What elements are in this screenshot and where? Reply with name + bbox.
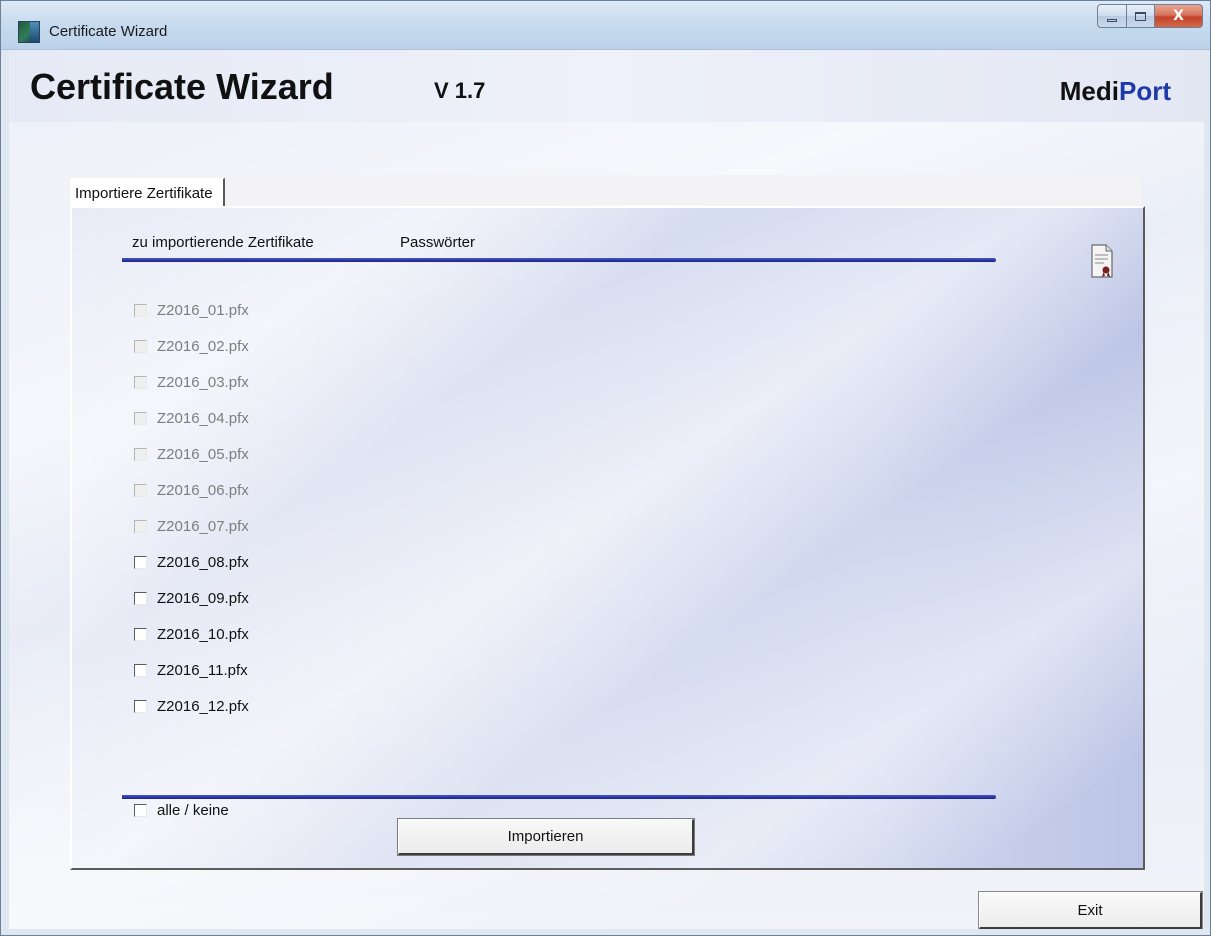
certificate-list: Z2016_01.pfx Z2016_02.pfx Z2016_03.pfx Z…: [134, 292, 249, 724]
maximize-icon: [1135, 11, 1146, 21]
checkbox[interactable]: [134, 303, 147, 317]
import-button[interactable]: Importieren: [397, 818, 695, 856]
brand-logo: MediPort: [1060, 76, 1171, 107]
checkbox[interactable]: [134, 591, 147, 605]
checkbox[interactable]: [134, 375, 147, 389]
tab-import-certificates[interactable]: Importiere Zertifikate: [70, 178, 225, 207]
select-all-label: alle / keine: [157, 801, 229, 819]
list-item[interactable]: Z2016_10.pfx: [134, 616, 249, 652]
certificate-label: Z2016_10.pfx: [157, 625, 249, 643]
top-divider: [122, 258, 996, 262]
list-item[interactable]: Z2016_03.pfx: [134, 364, 249, 400]
caption-buttons: X: [1097, 4, 1203, 30]
select-all-toggle[interactable]: alle / keine: [134, 798, 229, 822]
checkbox[interactable]: [134, 519, 147, 533]
header-certificates: zu importierende Zertifikate: [132, 234, 314, 251]
list-item[interactable]: Z2016_04.pfx: [134, 400, 249, 436]
certificate-label: Z2016_02.pfx: [157, 337, 249, 355]
list-item[interactable]: Z2016_01.pfx: [134, 292, 249, 328]
checkbox[interactable]: [134, 663, 147, 677]
close-button[interactable]: X: [1155, 4, 1203, 28]
minimize-icon: [1107, 18, 1117, 22]
certificate-label: Z2016_11.pfx: [157, 661, 248, 679]
checkbox[interactable]: [134, 555, 147, 569]
certificate-label: Z2016_07.pfx: [157, 517, 249, 535]
app-title: Certificate Wizard: [30, 66, 334, 107]
header-band: Certificate Wizard V 1.7 MediPort: [9, 50, 1204, 122]
list-item[interactable]: Z2016_02.pfx: [134, 328, 249, 364]
bottom-divider: [122, 795, 996, 799]
certificate-label: Z2016_12.pfx: [157, 697, 249, 715]
certificate-label: Z2016_06.pfx: [157, 481, 249, 499]
certificate-label: Z2016_08.pfx: [157, 553, 249, 571]
list-item[interactable]: Z2016_12.pfx: [134, 688, 249, 724]
list-item[interactable]: Z2016_11.pfx: [134, 652, 249, 688]
checkbox[interactable]: [134, 483, 147, 497]
certificate-label: Z2016_09.pfx: [157, 589, 249, 607]
certificate-label: Z2016_01.pfx: [157, 301, 249, 319]
checkbox[interactable]: [134, 411, 147, 425]
app-icon: [18, 21, 40, 43]
tab-page-import: zu importierende Zertifikate Passwörter …: [70, 206, 1145, 870]
version-label: V 1.7: [434, 78, 486, 103]
checkbox[interactable]: [134, 339, 147, 353]
list-item[interactable]: Z2016_06.pfx: [134, 472, 249, 508]
certificate-label: Z2016_03.pfx: [157, 373, 249, 391]
checkbox[interactable]: [134, 699, 147, 713]
checkbox[interactable]: [134, 627, 147, 641]
maximize-button[interactable]: [1127, 4, 1155, 28]
client-area: Certificate Wizard V 1.7 MediPort Import…: [9, 50, 1204, 929]
select-all-checkbox[interactable]: [134, 803, 147, 817]
checkbox[interactable]: [134, 447, 147, 461]
certificate-icon: [1091, 244, 1113, 278]
list-item[interactable]: Z2016_09.pfx: [134, 580, 249, 616]
header-passwords: Passwörter: [400, 234, 476, 251]
title-bar[interactable]: Certificate Wizard X: [1, 1, 1210, 50]
brand-part-1: Medi: [1059, 76, 1119, 106]
brand-part-2: Port: [1119, 76, 1171, 106]
certificate-label: Z2016_05.pfx: [157, 445, 249, 463]
app-window: Certificate Wizard X Certificate Wizard …: [0, 0, 1211, 936]
exit-button[interactable]: Exit: [978, 891, 1203, 929]
window-title: Certificate Wizard: [49, 23, 168, 40]
close-icon: X: [1173, 8, 1184, 24]
certificate-label: Z2016_04.pfx: [157, 409, 249, 427]
list-item[interactable]: Z2016_08.pfx: [134, 544, 249, 580]
list-item[interactable]: Z2016_07.pfx: [134, 508, 249, 544]
minimize-button[interactable]: [1097, 4, 1127, 28]
tab-strip: Importiere Zertifikate: [66, 175, 1142, 207]
list-item[interactable]: Z2016_05.pfx: [134, 436, 249, 472]
